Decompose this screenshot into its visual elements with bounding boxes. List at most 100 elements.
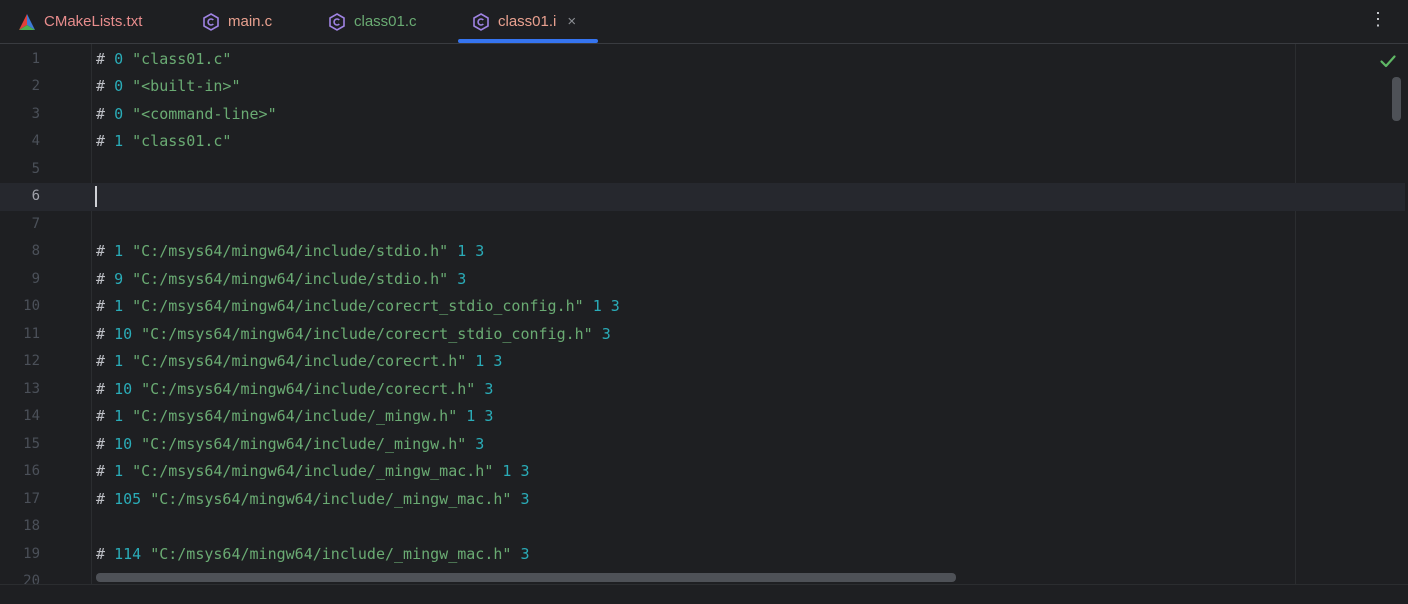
text-caret [95, 186, 97, 207]
token-str: "<built-in>" [132, 77, 241, 95]
cmake-triangle-icon [18, 13, 36, 31]
code-text: # 1 "C:/msys64/mingw64/include/corecrt_s… [96, 293, 620, 321]
checkmark-icon[interactable] [1379, 52, 1397, 70]
line-number: 16 [23, 463, 40, 479]
code-text: # 1 "class01.c" [96, 128, 231, 156]
c-file-icon [472, 12, 490, 31]
token-flags: 3 [520, 489, 530, 508]
code-text: # 10 "C:/msys64/mingw64/include/_mingw.h… [96, 431, 484, 459]
token-str: "C:/msys64/mingw64/include/corecrt_stdio… [132, 297, 584, 315]
token-str: "class01.c" [132, 49, 232, 68]
code-line[interactable]: 12 # 1 "C:/msys64/mingw64/include/corecrt… [0, 348, 1405, 376]
code-line[interactable]: 17 # 105 "C:/msys64/mingw64/include/_ming… [0, 486, 1405, 514]
code-line[interactable]: 19 # 114 "C:/msys64/mingw64/include/_ming… [0, 541, 1405, 569]
code-line[interactable]: 11 # 10 "C:/msys64/mingw64/include/corecr… [0, 321, 1405, 349]
token-str: "C:/msys64/mingw64/include/_mingw.h" [141, 434, 467, 453]
code-line[interactable]: 18 [0, 513, 1405, 541]
bottom-strip [0, 584, 1408, 604]
code-line[interactable]: 6 [0, 183, 1405, 211]
code-text: # 0 "class01.c" [96, 46, 231, 74]
token-str: "C:/msys64/mingw64/include/corecrt.h" [141, 379, 476, 398]
token-hash: # [96, 269, 106, 288]
code-line[interactable]: 15 # 10 "C:/msys64/mingw64/include/_mingw… [0, 431, 1405, 459]
token-num: 1 [114, 132, 124, 150]
tab-cmakelists[interactable]: CMakeLists.txt [18, 0, 142, 43]
tab-main-c[interactable]: main.c [202, 0, 272, 43]
line-number: 14 [23, 408, 40, 424]
code-text: # 105 "C:/msys64/mingw64/include/_mingw_… [96, 486, 529, 514]
token-hash: # [96, 242, 106, 260]
code-text: # 10 "C:/msys64/mingw64/include/corecrt.… [96, 376, 493, 404]
line-number: 2 [31, 78, 40, 94]
code-editor[interactable]: 1 # 0 "class01.c" 2 # 0 "<built-in>" 3 # 0 "<… [0, 44, 1408, 584]
token-str: "C:/msys64/mingw64/include/corecrt.h" [132, 352, 467, 370]
token-num: 1 [114, 297, 124, 315]
editor-tab-bar: CMakeLists.txt main.c class01.c class01.… [0, 0, 1408, 44]
token-num: 1 [114, 407, 124, 425]
token-num: 0 [114, 77, 124, 95]
line-number: 6 [31, 188, 40, 204]
token-num: 1 [114, 352, 124, 370]
tab-class01-i[interactable]: class01.i × [457, 0, 599, 43]
tab-class01-c[interactable]: class01.c [328, 0, 417, 43]
line-number: 15 [23, 435, 40, 452]
code-line[interactable]: 14 # 1 "C:/msys64/mingw64/include/_mingw.… [0, 403, 1405, 431]
code-text: # 0 "<built-in>" [96, 73, 241, 101]
line-number: 9 [31, 270, 40, 287]
token-num: 114 [114, 544, 142, 563]
token-hash: # [96, 379, 106, 398]
tab-label: class01.c [354, 13, 417, 30]
token-str: "C:/msys64/mingw64/include/_mingw_mac.h" [150, 544, 512, 563]
token-hash: # [96, 489, 106, 508]
token-str: "C:/msys64/mingw64/include/corecrt_stdio… [141, 324, 593, 343]
token-flags: 1 3 [457, 242, 485, 260]
code-text: # 9 "C:/msys64/mingw64/include/stdio.h" … [96, 266, 466, 294]
code-line[interactable]: 13 # 10 "C:/msys64/mingw64/include/corecr… [0, 376, 1405, 404]
token-flags: 3 [520, 544, 530, 563]
code-line[interactable]: 1 # 0 "class01.c" [0, 46, 1405, 74]
vertical-scrollbar[interactable] [1392, 77, 1401, 121]
token-flags: 1 3 [475, 352, 503, 370]
token-hash: # [96, 544, 106, 563]
token-hash: # [96, 49, 106, 68]
code-line[interactable]: 9 # 9 "C:/msys64/mingw64/include/stdio.h"… [0, 266, 1405, 294]
code-text: # 1 "C:/msys64/mingw64/include/corecrt.h… [96, 348, 502, 376]
code-line[interactable]: 3 # 0 "<command-line>" [0, 101, 1405, 129]
code-line[interactable]: 4 # 1 "class01.c" [0, 128, 1405, 156]
token-hash: # [96, 324, 106, 343]
token-num: 1 [114, 462, 124, 480]
line-number: 8 [31, 243, 40, 259]
line-number: 12 [23, 353, 40, 369]
token-flags: 3 [484, 379, 494, 398]
token-str: "class01.c" [132, 132, 232, 150]
c-file-icon [328, 12, 346, 31]
line-number: 10 [23, 298, 40, 314]
tab-label: class01.i [498, 13, 557, 30]
code-line[interactable]: 5 [0, 156, 1405, 184]
code-text: # 10 "C:/msys64/mingw64/include/corecrt_… [96, 321, 611, 349]
token-str: "C:/msys64/mingw64/include/_mingw_mac.h" [150, 489, 512, 508]
token-num: 0 [114, 49, 124, 68]
token-str: "C:/msys64/mingw64/include/stdio.h" [132, 242, 449, 260]
code-text: # 0 "<command-line>" [96, 101, 277, 129]
code-line[interactable]: 7 [0, 211, 1405, 239]
code-line[interactable]: 2 # 0 "<built-in>" [0, 73, 1405, 101]
tab-label: main.c [228, 13, 273, 30]
token-hash: # [96, 462, 106, 480]
code-line[interactable]: 8 # 1 "C:/msys64/mingw64/include/stdio.h"… [0, 238, 1405, 266]
token-str: "<command-line>" [132, 104, 277, 123]
tab-label: CMakeLists.txt [44, 13, 143, 30]
token-str: "C:/msys64/mingw64/include/stdio.h" [132, 269, 449, 288]
more-options-button[interactable]: ⋮ [1366, 8, 1390, 30]
token-flags: 1 3 [502, 462, 530, 480]
line-number: 20 [23, 573, 40, 584]
line-number: 11 [23, 325, 40, 342]
horizontal-scrollbar[interactable] [96, 573, 956, 582]
code-line[interactable]: 10 # 1 "C:/msys64/mingw64/include/corecrt… [0, 293, 1405, 321]
token-flags: 1 3 [466, 407, 494, 425]
token-num: 1 [114, 242, 124, 260]
close-tab-icon[interactable]: × [567, 13, 576, 30]
code-text: # 114 "C:/msys64/mingw64/include/_mingw_… [96, 541, 529, 569]
code-line[interactable]: 16 # 1 "C:/msys64/mingw64/include/_mingw_… [0, 458, 1405, 486]
token-str: "C:/msys64/mingw64/include/_mingw_mac.h" [132, 462, 494, 480]
